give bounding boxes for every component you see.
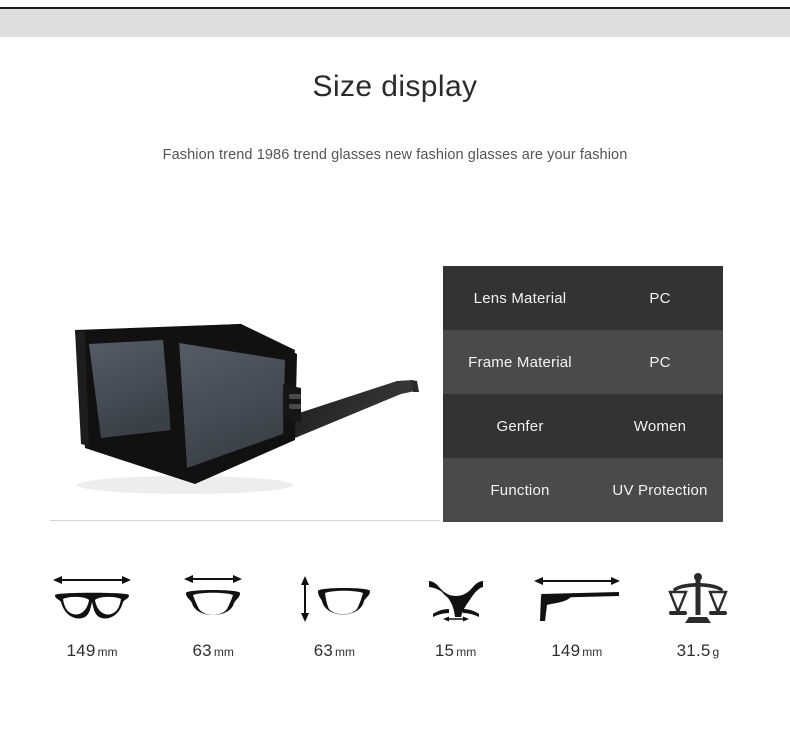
page-subtitle: Fashion trend 1986 trend glasses new fas…	[162, 147, 628, 163]
product-image	[45, 288, 435, 520]
measurement-unit: mm	[335, 645, 356, 659]
measurement-value: 63	[192, 641, 212, 660]
measurement-caption: 149 mm	[551, 627, 602, 661]
measurement-caption: 149 mm	[67, 627, 118, 661]
specification-table: Lens Material PC Frame Material PC Genfe…	[443, 266, 723, 522]
measurement-item: 149 mm	[523, 565, 631, 661]
table-row: Genfer Women	[443, 394, 723, 458]
measurement-unit: mm	[456, 645, 477, 659]
spec-label: Lens Material	[473, 289, 567, 307]
heading-block: Size display Fashion trend 1986 trend gl…	[0, 70, 790, 163]
top-gray-band	[0, 9, 790, 37]
measurement-unit: mm	[582, 645, 603, 659]
spec-label: Frame Material	[468, 353, 572, 371]
measurement-item: 63 mm	[280, 565, 388, 661]
lens-height-icon	[296, 565, 372, 627]
spec-value: PC	[649, 289, 671, 307]
lens-width-icon	[180, 565, 246, 627]
measurement-item: 31.5 g	[644, 565, 752, 661]
spec-value: PC	[649, 353, 671, 371]
measurement-value: 149	[551, 641, 581, 660]
product-image-divider	[50, 520, 440, 521]
temple-length-icon	[529, 565, 625, 627]
spec-value: UV Protection	[612, 481, 708, 499]
measurement-caption: 63 mm	[314, 627, 355, 661]
page-title: Size display	[312, 70, 478, 103]
table-row: Lens Material PC	[443, 266, 723, 330]
measurement-strip: 149 mm 63 mm 63 mm 15 mm 149 mm 31.5 g	[0, 565, 790, 661]
measurement-caption: 63 mm	[193, 627, 234, 661]
measurement-caption: 15 mm	[435, 627, 476, 661]
table-row: Frame Material PC	[443, 330, 723, 394]
measurement-value: 15	[434, 641, 455, 660]
spec-label: Genfer	[496, 417, 544, 435]
spec-value: Women	[633, 417, 687, 435]
measurement-caption: 31.5 g	[677, 627, 720, 661]
weight-scale-icon	[667, 565, 729, 627]
bridge-width-icon	[423, 565, 489, 627]
measurement-unit: mm	[213, 645, 234, 659]
measurement-unit: mm	[97, 645, 118, 659]
measurement-value: 63	[313, 641, 334, 660]
measurement-item: 149 mm	[38, 565, 146, 661]
measurement-item: 15 mm	[402, 565, 510, 661]
measurement-value: 149	[66, 641, 96, 660]
measurement-unit: g	[712, 645, 720, 659]
spec-label: Function	[490, 481, 550, 499]
table-row: Function UV Protection	[443, 458, 723, 522]
measurement-value: 31.5	[676, 641, 711, 660]
frame-front-width-icon	[49, 565, 135, 627]
measurement-item: 63 mm	[159, 565, 267, 661]
